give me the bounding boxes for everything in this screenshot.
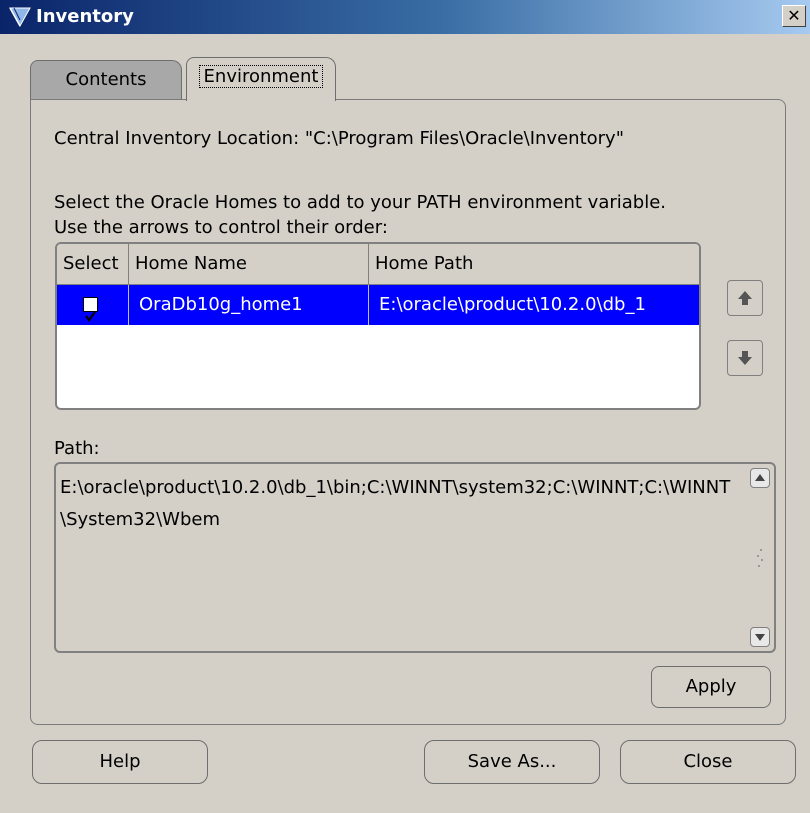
- tab-contents-label: Contents: [65, 69, 147, 90]
- arrow-down-icon: [738, 351, 752, 365]
- column-header-home-name[interactable]: Home Name: [129, 244, 369, 284]
- save-as-button[interactable]: Save As...: [424, 740, 600, 784]
- home-name-cell: OraDb10g_home1: [129, 285, 369, 325]
- central-inventory-location: Central Inventory Location: "C:\Program …: [54, 128, 624, 149]
- apply-button[interactable]: Apply: [651, 666, 771, 708]
- select-checkbox[interactable]: [83, 297, 98, 322]
- tab-contents[interactable]: Contents: [30, 60, 182, 100]
- window-close-button[interactable]: ✕: [782, 5, 806, 27]
- instructions-line-1: Select the Oracle Homes to add to your P…: [54, 192, 667, 213]
- scroll-down-icon: [755, 634, 765, 641]
- scroll-down-button[interactable]: [750, 627, 770, 647]
- home-path-cell: E:\oracle\product\10.2.0\db_1: [379, 294, 646, 315]
- path-value: E:\oracle\product\10.2.0\db_1\bin;C:\WIN…: [60, 477, 731, 530]
- column-header-home-path[interactable]: Home Path: [369, 244, 699, 284]
- environment-panel: Central Inventory Location: "C:\Program …: [30, 99, 786, 725]
- oracle-homes-table: Select Home Name Home Path OraDb10g_home…: [55, 242, 701, 410]
- column-header-select[interactable]: Select: [57, 244, 129, 284]
- inventory-dialog: Inventory ✕ Contents Environment Central…: [0, 0, 810, 813]
- move-up-button[interactable]: [727, 280, 763, 316]
- scroll-track[interactable]: [752, 488, 768, 627]
- path-label: Path:: [54, 438, 100, 459]
- close-icon: ✕: [787, 6, 801, 25]
- path-scrollbar[interactable]: [750, 468, 772, 647]
- title-bar[interactable]: Inventory ✕: [0, 0, 810, 34]
- table-header: Select Home Name Home Path: [57, 244, 699, 285]
- scroll-grip-icon: [757, 549, 763, 567]
- window-title: Inventory: [36, 6, 134, 27]
- instructions-line-2: Use the arrows to control their order:: [54, 217, 388, 238]
- arrow-up-icon: [738, 291, 752, 305]
- select-cell[interactable]: [57, 285, 129, 325]
- instructions: Select the Oracle Homes to add to your P…: [54, 190, 774, 240]
- close-button[interactable]: Close: [620, 740, 796, 784]
- path-textarea[interactable]: E:\oracle\product\10.2.0\db_1\bin;C:\WIN…: [54, 462, 776, 653]
- tab-environment-label: Environment: [198, 65, 324, 88]
- oracle-inventory-icon: [9, 7, 31, 28]
- help-button[interactable]: Help: [32, 740, 208, 784]
- table-row[interactable]: OraDb10g_home1 E:\oracle\product\10.2.0\…: [57, 285, 699, 325]
- tab-environment[interactable]: Environment: [186, 57, 336, 101]
- checkmark-icon: [85, 311, 96, 322]
- scroll-up-button[interactable]: [750, 468, 770, 488]
- scroll-up-icon: [755, 474, 765, 481]
- move-down-button[interactable]: [727, 340, 763, 376]
